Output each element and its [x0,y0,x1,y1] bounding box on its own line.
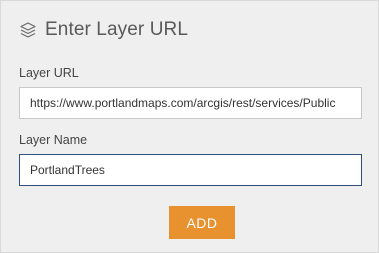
layers-icon [19,21,37,39]
layer-name-label: Layer Name [19,133,88,147]
panel-header: Enter Layer URL [19,19,188,41]
add-layer-panel: Enter Layer URL Layer URL Layer Name ADD [0,0,379,253]
add-button[interactable]: ADD [169,206,235,239]
layer-url-label: Layer URL [19,66,79,80]
layer-name-input[interactable] [19,154,362,186]
panel-title: Enter Layer URL [45,19,189,40]
layer-url-input[interactable] [19,87,362,119]
